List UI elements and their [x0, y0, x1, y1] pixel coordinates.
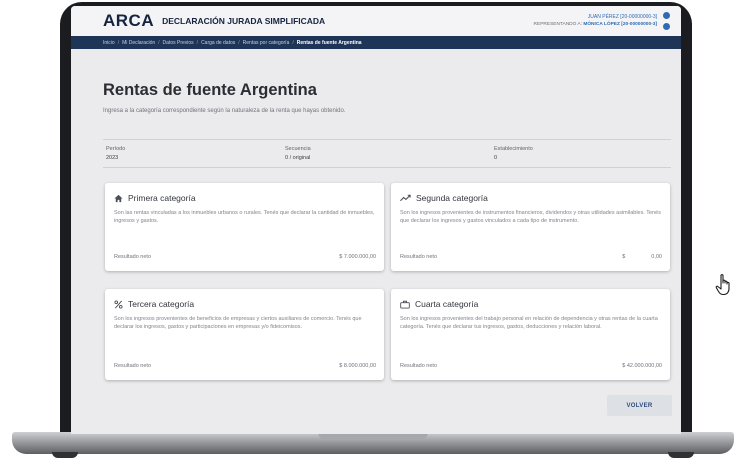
card-primera-categoria[interactable]: Primera categoría Son las rentas vincula…	[105, 183, 384, 271]
percent-icon	[114, 299, 123, 309]
laptop-foot	[668, 452, 694, 458]
result-label: Resultado neto	[400, 254, 437, 260]
card-description: Son los ingresos provenientes de instrum…	[400, 210, 661, 224]
card-result: Resultado neto $ 0,00	[400, 254, 662, 260]
card-description: Son las rentas vinculadas a los inmueble…	[114, 210, 375, 224]
laptop-foot	[52, 452, 78, 458]
volver-button[interactable]: VOLVER	[607, 395, 672, 416]
breadcrumb-item-mi-declaracion[interactable]: Mi Declaración	[122, 40, 155, 46]
breadcrumb-item-carga-de-datos[interactable]: Carga de datos	[201, 40, 235, 46]
meta-secuencia: Secuencia 0 / original	[285, 146, 311, 161]
card-title: Tercera categoría	[128, 299, 195, 309]
card-result: Resultado neto $ 8.000.000,00	[114, 363, 376, 369]
card-title: Segunda categoría	[416, 193, 488, 203]
card-title: Cuarta categoría	[415, 299, 479, 309]
user-name: JUAN PÉREZ [20-00000000-3]	[587, 14, 657, 20]
breadcrumb-item-inicio[interactable]: Inicio	[103, 40, 115, 46]
card-tercera-categoria[interactable]: Tercera categoría Son los ingresos prove…	[105, 289, 384, 380]
main-content: Rentas de fuente Argentina Ingresa a la …	[71, 81, 681, 168]
browser-screen: ARCA DECLARACIÓN JURADA SIMPLIFICADA JUA…	[71, 6, 681, 434]
app-title: DECLARACIÓN JURADA SIMPLIFICADA	[162, 16, 326, 26]
briefcase-icon	[400, 300, 410, 309]
card-segunda-categoria[interactable]: Segunda categoría Son los ingresos prove…	[391, 183, 670, 271]
app-header: ARCA DECLARACIÓN JURADA SIMPLIFICADA JUA…	[71, 6, 681, 36]
result-value: 0,00	[651, 254, 662, 260]
breadcrumb-item-rentas-por-categoria[interactable]: Rentas por categoría	[243, 40, 290, 46]
card-cuarta-categoria[interactable]: Cuarta categoría Son los ingresos proven…	[391, 289, 670, 380]
card-result: Resultado neto $ 42.000.000,00	[400, 363, 662, 369]
result-value: $ 8.000.000,00	[339, 363, 376, 369]
card-description: Son los ingresos provenientes de benefic…	[114, 316, 362, 330]
trend-up-icon	[400, 194, 411, 202]
page-title: Rentas de fuente Argentina	[103, 81, 317, 99]
result-value: $ 7.000.000,00	[339, 254, 376, 260]
card-result: Resultado neto $ 7.000.000,00	[114, 254, 376, 260]
user-menu-icon[interactable]	[661, 12, 671, 30]
house-icon	[114, 194, 123, 203]
hand-cursor-icon	[715, 273, 735, 302]
meta-establecimiento: Establecimiento 0	[494, 146, 533, 161]
page-subtitle: Ingresa a la categoría correspondiente s…	[103, 108, 346, 114]
card-title: Primera categoría	[128, 193, 196, 203]
represented-user: REPRESENTANDO A: MÓNICA LÓPEZ [20-000000…	[533, 22, 657, 27]
result-label: Resultado neto	[400, 363, 437, 369]
card-description: Son los ingresos provenientes del trabaj…	[400, 316, 658, 330]
result-label: Resultado neto	[114, 254, 151, 260]
result-currency: $	[622, 254, 626, 260]
breadcrumb-item-datos-previos[interactable]: Datos Previos	[163, 40, 194, 46]
breadcrumb: Inicio / Mi Declaración / Datos Previos / C…	[71, 36, 681, 49]
declaration-meta: Período 2023 Secuencia 0 / original Establ…	[103, 139, 671, 168]
result-value: $ 42.000.000,00	[622, 363, 662, 369]
arca-logo[interactable]: ARCA	[103, 11, 154, 31]
breadcrumb-item-current: Rentas de fuente Argentina	[296, 39, 362, 46]
user-info[interactable]: JUAN PÉREZ [20-00000000-3] REPRESENTANDO…	[534, 12, 671, 30]
result-label: Resultado neto	[114, 363, 151, 369]
meta-periodo: Período 2023	[106, 146, 126, 161]
